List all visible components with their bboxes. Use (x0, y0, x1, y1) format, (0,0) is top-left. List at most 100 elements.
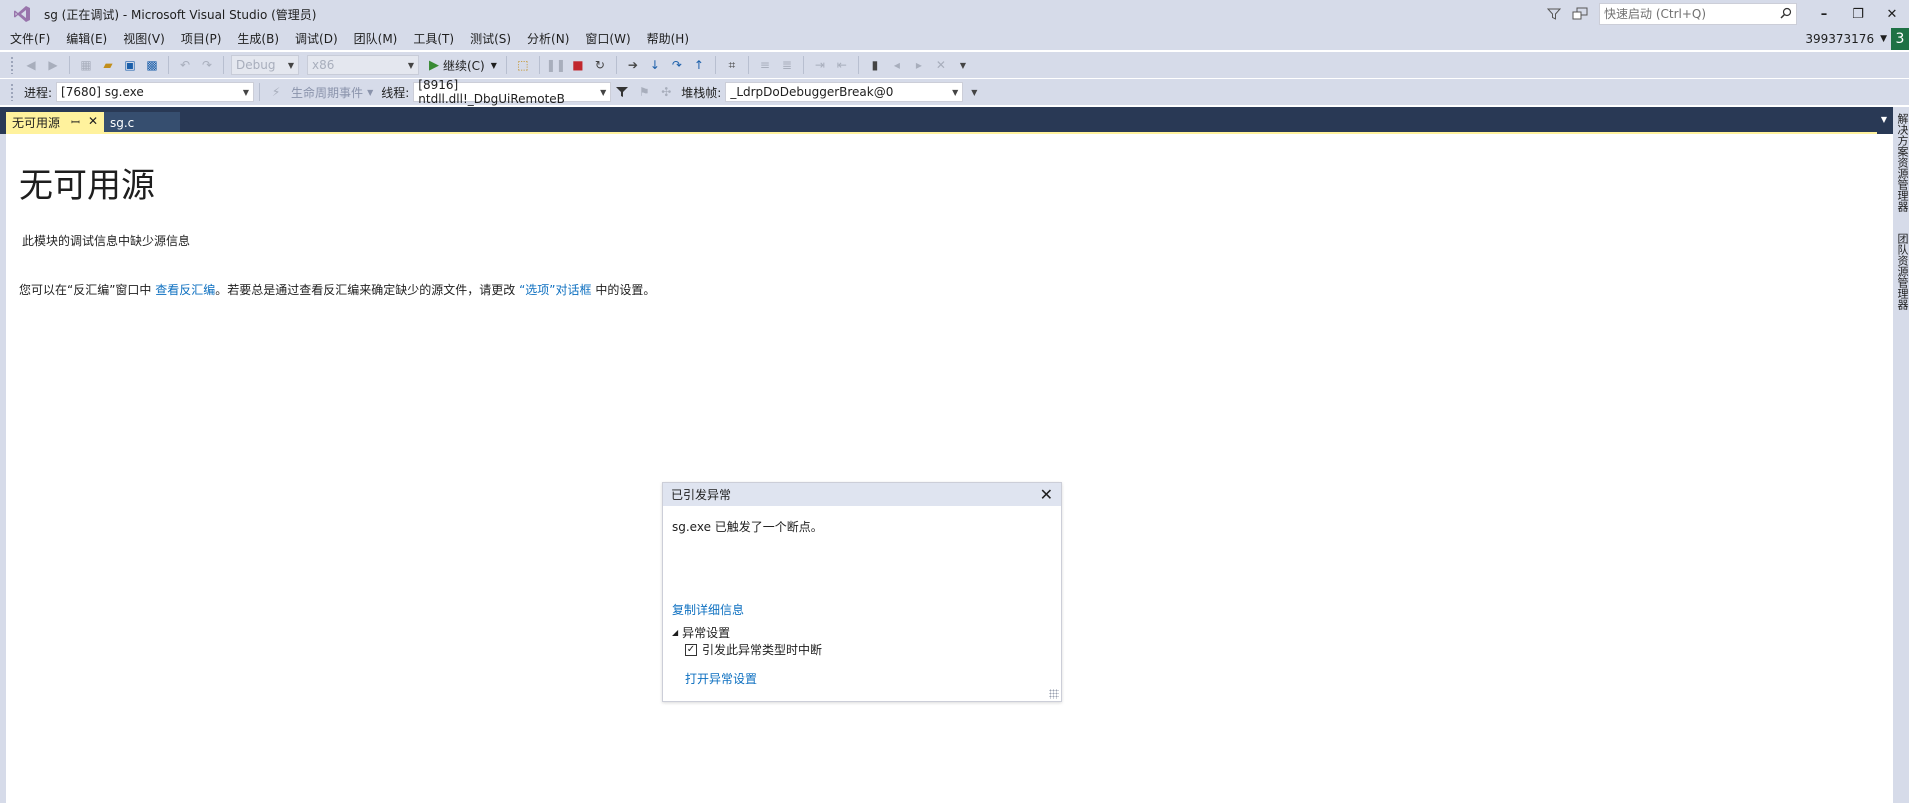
pin-icon[interactable]: ꟷ (71, 115, 80, 130)
flag-threads-icon[interactable]: ⚑ (635, 82, 653, 102)
tab-overflow-dropdown-icon[interactable]: ▼ (1881, 115, 1887, 124)
user-account-name[interactable]: 399373176 (1805, 32, 1874, 46)
hex-display-icon[interactable]: ⌗ (723, 55, 741, 75)
restart-icon[interactable]: ↻ (591, 55, 609, 75)
toolbar-options-icon[interactable]: ▼ (954, 55, 972, 75)
send-feedback-icon[interactable] (1567, 2, 1593, 26)
process-select[interactable]: [7680] sg.exe ▼ (56, 82, 255, 102)
lifecycle-events-icon[interactable]: ⚡ (267, 82, 285, 102)
menu-debug[interactable]: 调试(D) (287, 28, 346, 50)
exception-dialog-header[interactable]: 已引发异常 ✕ (663, 483, 1061, 506)
navigate-forward-icon[interactable]: ▶ (44, 55, 62, 75)
break-on-exception-checkbox[interactable]: ✓ (685, 643, 697, 656)
clear-bookmarks-icon[interactable]: ✕ (932, 55, 950, 75)
indent-icon[interactable]: ⇥ (811, 55, 829, 75)
visual-studio-logo-icon (8, 0, 36, 28)
process-label: 进程: (24, 85, 53, 100)
menu-project[interactable]: 项目(P) (173, 28, 230, 50)
tab-no-source[interactable]: 无可用源 ꟷ ✕ (6, 112, 104, 133)
show-next-statement-icon[interactable]: ➔ (624, 55, 642, 75)
open-exception-settings-link[interactable]: 打开异常设置 (685, 670, 757, 687)
exception-dialog: 已引发异常 ✕ sg.exe 已触发了一个断点。 复制详细信息 ◢ 异常设置 ✓… (662, 482, 1062, 702)
chevron-down-icon: ▼ (407, 60, 414, 70)
team-explorer-tab[interactable]: 团队资源管理器 (1894, 233, 1909, 310)
menu-tools[interactable]: 工具(T) (405, 28, 462, 50)
tab-sg-c[interactable]: sg.c (104, 112, 180, 133)
close-icon[interactable]: ✕ (88, 114, 98, 128)
menu-window[interactable]: 窗口(W) (577, 28, 638, 50)
menu-bar: 文件(F) 编辑(E) 视图(V) 项目(P) 生成(B) 调试(D) 团队(M… (0, 28, 1909, 50)
toolbar-grip[interactable] (10, 83, 14, 101)
navigate-back-icon[interactable]: ◀ (22, 55, 40, 75)
break-on-exception-row[interactable]: ✓ 引发此异常类型时中断 (685, 641, 822, 658)
thread-select[interactable]: [8916] ntdll.dll!_DbgUiRemoteB ▼ (413, 78, 612, 106)
menu-analyze[interactable]: 分析(N) (519, 28, 577, 50)
chevron-down-icon[interactable]: ▼ (367, 88, 373, 97)
collapse-triangle-icon: ◢ (672, 628, 679, 637)
toolbar-options-icon[interactable]: ▼ (965, 82, 983, 102)
redo-icon[interactable]: ↷ (198, 55, 216, 75)
play-icon: ▶ (429, 57, 439, 73)
debug-location-toolbar: 进程: [7680] sg.exe ▼ ⚡ 生命周期事件 ▼ 线程: [8916]… (0, 78, 1909, 106)
bookmark-icon[interactable]: ▮ (866, 55, 884, 75)
quick-launch-input[interactable] (1604, 7, 1780, 21)
title-bar: sg (正在调试) - Microsoft Visual Studio (管理员… (0, 0, 1909, 28)
menu-edit[interactable]: 编辑(E) (58, 28, 115, 50)
restore-button[interactable]: ❐ (1841, 0, 1875, 28)
missing-info-text: 此模块的调试信息中缺少源信息 (22, 234, 191, 248)
solution-platform-select[interactable]: x86 ▼ (307, 55, 419, 75)
menu-team[interactable]: 团队(M) (346, 28, 406, 50)
stack-frame-label: 堆栈帧: (681, 85, 722, 100)
chevron-down-icon: ▼ (952, 87, 959, 97)
no-source-document: 无可用源 此模块的调试信息中缺少源信息 您可以在“反汇编”窗口中 查看反汇编。若… (6, 134, 1893, 803)
close-window-button[interactable]: ✕ (1875, 0, 1909, 28)
save-icon[interactable]: ▣ (121, 55, 139, 75)
menu-test[interactable]: 测试(S) (462, 28, 519, 50)
outdent-icon[interactable]: ⇤ (833, 55, 851, 75)
copy-details-link[interactable]: 复制详细信息 (672, 601, 744, 618)
menu-build[interactable]: 生成(B) (229, 28, 287, 50)
minimize-button[interactable]: – (1807, 0, 1841, 28)
comment-icon[interactable]: ≡ (756, 55, 774, 75)
toolbar-grip[interactable] (10, 56, 14, 74)
continue-button[interactable]: ▶ 继续(C) ▼ (429, 57, 497, 74)
break-all-icon[interactable]: ❚❚ (546, 55, 566, 75)
uncomment-icon[interactable]: ≣ (778, 55, 796, 75)
options-dialog-link[interactable]: “选项”对话框 (519, 283, 591, 297)
resize-grip-icon[interactable] (1049, 689, 1059, 699)
exception-settings-toggle[interactable]: ◢ 异常设置 (672, 624, 730, 641)
chevron-down-icon[interactable]: ▼ (1880, 34, 1887, 44)
page-title: 无可用源 (19, 166, 155, 206)
quick-launch-box[interactable] (1599, 3, 1797, 25)
lifecycle-events-button[interactable]: 生命周期事件 (291, 84, 363, 101)
new-project-icon[interactable]: ▦ (77, 55, 95, 75)
document-tab-strip: 无可用源 ꟷ ✕ sg.c ▼ (0, 107, 1895, 134)
menu-help[interactable]: 帮助(H) (639, 28, 697, 50)
show-flagged-icon[interactable]: ✣ (657, 82, 675, 102)
undo-icon[interactable]: ↶ (176, 55, 194, 75)
stack-frame-select[interactable]: _LdrpDoDebuggerBreak@0 ▼ (725, 82, 964, 102)
process-attach-icon[interactable]: ⬚ (514, 55, 532, 75)
menu-view[interactable]: 视图(V) (115, 28, 173, 50)
step-into-icon[interactable]: ↓ (646, 55, 664, 75)
view-disassembly-link[interactable]: 查看反汇编 (155, 283, 215, 297)
menu-file[interactable]: 文件(F) (0, 28, 58, 50)
step-over-icon[interactable]: ↷ (668, 55, 686, 75)
feedback-filter-icon[interactable] (1541, 2, 1567, 26)
notifications-badge[interactable]: 3 (1891, 28, 1909, 50)
disassembly-hint: 您可以在“反汇编”窗口中 查看反汇编。若要总是通过查看反汇编来确定缺少的源文件，… (19, 283, 656, 297)
chevron-down-icon: ▼ (490, 60, 497, 70)
next-bookmark-icon[interactable]: ▸ (910, 55, 928, 75)
stop-debugging-icon[interactable]: ■ (569, 55, 587, 75)
search-icon[interactable] (1780, 7, 1792, 22)
close-icon[interactable]: ✕ (1040, 485, 1053, 504)
open-file-icon[interactable]: ▰ (99, 55, 117, 75)
solution-configuration-select[interactable]: Debug ▼ (231, 55, 299, 75)
chevron-down-icon: ▼ (600, 87, 607, 97)
filter-threads-icon[interactable] (613, 82, 631, 102)
save-all-icon[interactable]: ▩ (143, 55, 161, 75)
prev-bookmark-icon[interactable]: ◂ (888, 55, 906, 75)
solution-explorer-tab[interactable]: 解决方案资源管理器 (1894, 113, 1909, 212)
window-title: sg (正在调试) - Microsoft Visual Studio (管理员… (44, 7, 317, 22)
step-out-icon[interactable]: ↑ (690, 55, 708, 75)
